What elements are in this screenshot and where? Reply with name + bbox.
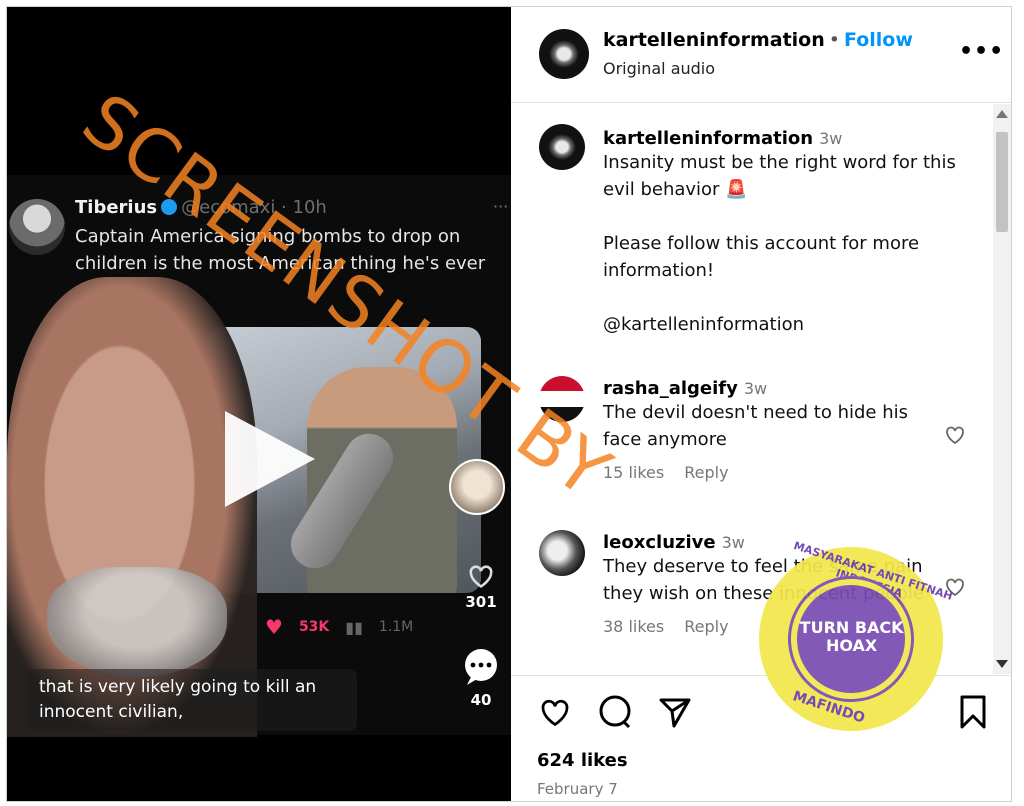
tweet-more-icon: ··· [493,197,509,216]
bar-chart-icon: ▮▮ [345,617,363,637]
comment-time: 3w [819,129,843,148]
reel-video-player[interactable]: Tiberius @ecomaxi · 10h ··· Captain Ameri… [7,7,511,801]
video-stats-row: ♥ 53K ▮▮ 1.1M [265,613,413,641]
reply-button[interactable]: Reply [684,617,728,636]
reply-button[interactable]: Reply [684,463,728,482]
comment-item: rasha_algeify 3w The devil doesn't need t… [603,378,933,482]
scroll-thumb[interactable] [996,132,1008,232]
bookmark-count: 301 [465,593,497,611]
post-header: kartelleninformation • Follow Original aud… [511,7,1011,103]
save-bookmark-icon[interactable] [957,694,993,730]
like-heart-icon[interactable] [537,694,573,730]
post-date[interactable]: February 7 [537,780,618,798]
caption-avatar-wrap [539,124,585,170]
caption-blank [603,203,983,230]
speech-bubble-icon [453,647,509,691]
heart-icon: ♥ [265,615,283,639]
play-icon[interactable] [225,411,315,507]
video-like-count: 53K [298,619,330,635]
video-view-count: 1.1M [378,619,414,635]
header-separator: • [828,29,840,51]
comment-text: The devil doesn't need to hide his face … [603,402,909,450]
more-options-icon[interactable]: ••• [959,39,1004,64]
tweet-author-name: Tiberius [75,197,158,218]
bookmark-action: 301 [453,561,509,611]
scroll-down-arrow-icon[interactable] [996,660,1008,668]
commenter-avatar-flag[interactable] [539,376,585,422]
caption-comment: kartelleninformation 3w Insanity must be … [603,128,983,338]
mention-link[interactable]: @kartelleninformation [603,311,983,338]
comment-time: 3w [743,379,768,398]
presenter-beard [47,567,227,677]
caption-line: Please follow this account for more info… [603,233,920,281]
follow-button[interactable]: Follow [844,29,913,51]
account-avatar[interactable] [539,29,589,79]
comment-like-heart-icon[interactable] [943,422,967,446]
header-username[interactable]: kartelleninformation [603,29,825,51]
comment-likes[interactable]: 15 likes [603,463,664,482]
comment-time: 3w [721,533,745,552]
caption-blank [603,284,983,311]
tweet-header: Tiberius @ecomaxi · 10h [75,197,327,218]
comment-username[interactable]: leoxcluzive [603,532,716,553]
comment-count: 40 [470,691,492,709]
comment-username[interactable]: rasha_algeify [603,378,738,399]
comments-scrollbar[interactable] [993,104,1011,674]
caption-avatar[interactable] [539,124,585,170]
heart-outline-icon [453,561,509,593]
tweet-time-separator: · [275,197,293,218]
tweet-time: 10h [292,197,327,218]
comment-meta: 15 likes Reply [603,463,933,482]
audio-label[interactable]: Original audio [603,59,715,78]
instagram-post-modal: Tiberius @ecomaxi · 10h ··· Captain Ameri… [6,6,1012,802]
verified-badge-icon [161,199,178,215]
comment-bubble-icon[interactable] [597,694,633,730]
tweet-handle: @ecomaxi [181,197,276,218]
tweet-avatar [9,199,65,255]
creator-avatar [449,459,505,515]
comment-likes[interactable]: 38 likes [603,617,664,636]
tweet-text: Captain America signing bombs to drop on… [75,226,486,274]
comment-username[interactable]: kartelleninformation [603,128,813,149]
commenter-avatar[interactable] [539,530,585,576]
stamp-center-text: TURN BACK HOAX [799,618,904,656]
scroll-up-arrow-icon[interactable] [996,110,1008,118]
header-username-row: kartelleninformation • Follow [603,29,913,51]
post-like-count[interactable]: 624 likes [537,750,628,771]
share-send-icon[interactable] [657,694,693,730]
caption-line: Insanity must be the right word for this… [603,152,956,200]
comment-action: 40 [453,647,509,709]
video-caption: that is very likely going to kill an inn… [27,669,357,731]
